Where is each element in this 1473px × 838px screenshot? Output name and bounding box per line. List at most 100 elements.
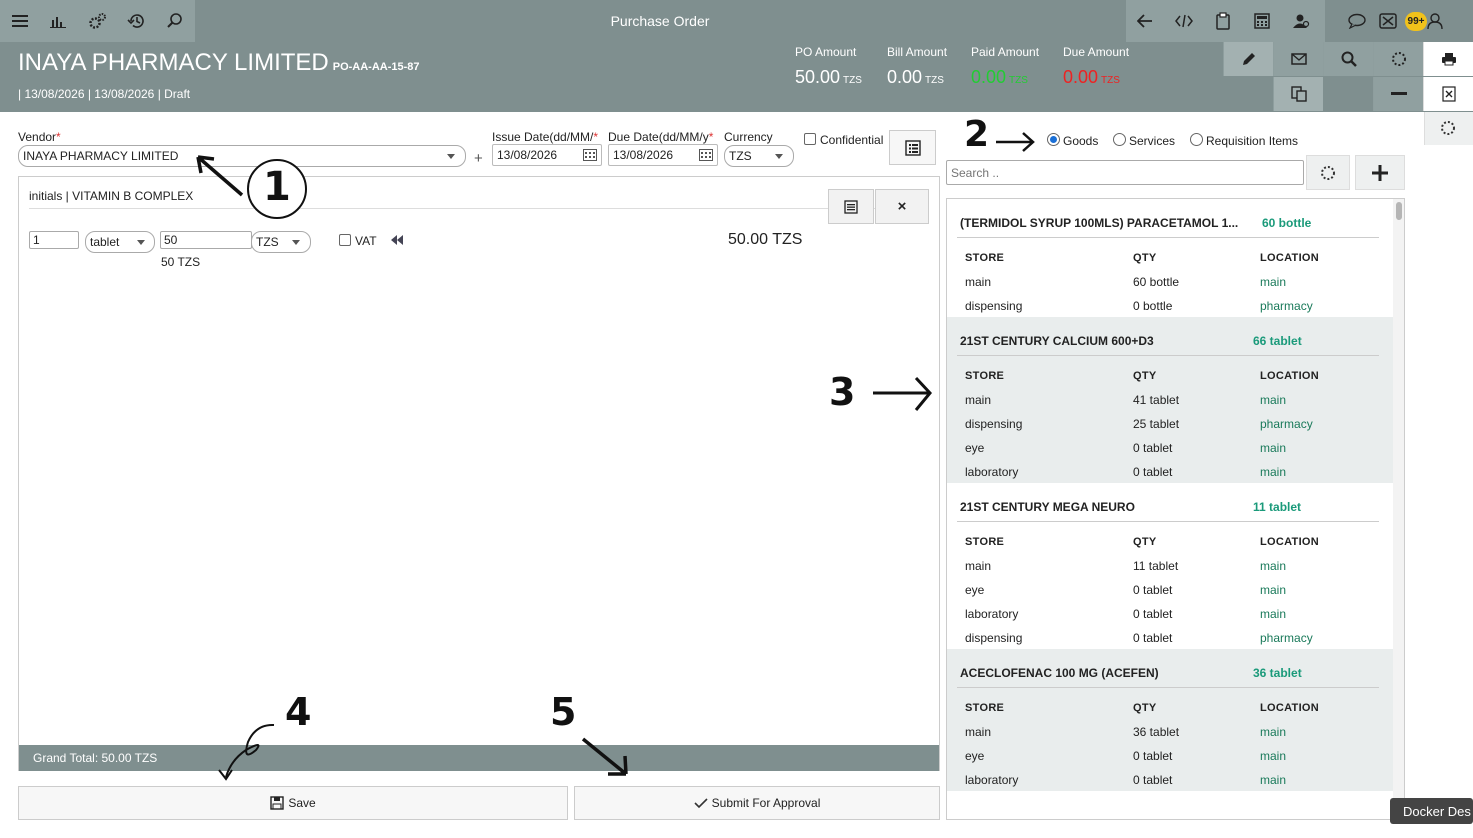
type-services-radio[interactable] <box>1113 133 1126 146</box>
stock-location-cell: main <box>1260 465 1287 479</box>
product-card[interactable]: (TERMIDOL SYRUP 100MLS) PARACETAMOL 1...… <box>947 199 1393 317</box>
dock-tooltip: Docker Des <box>1390 798 1473 824</box>
stock-store-cell: dispensing <box>965 631 1023 645</box>
code-icon[interactable] <box>1164 0 1203 42</box>
expand-icon[interactable] <box>389 234 405 246</box>
column-store-header: STORE <box>965 252 1005 264</box>
due-date-label-text: Due Date(dd/MM/y <box>608 130 709 144</box>
chart-icon[interactable] <box>38 0 77 42</box>
bill-amount-label: Bill Amount <box>887 45 948 59</box>
currency-dropdown-icon <box>775 154 783 159</box>
submit-approval-button[interactable]: Submit For Approval <box>574 786 940 820</box>
annotation-3: 3 <box>829 370 856 414</box>
stock-location-cell: main <box>1260 749 1287 763</box>
po-amount-value: 50.00 TZS <box>795 67 862 88</box>
user-profile-icon[interactable] <box>1420 0 1450 42</box>
annotation-arrow-2 <box>996 132 1035 152</box>
stock-qty-cell: 36 tablet <box>1133 725 1180 739</box>
product-list[interactable]: (TERMIDOL SYRUP 100MLS) PARACETAMOL 1...… <box>946 198 1405 820</box>
type-services-label: Services <box>1129 134 1176 148</box>
bill-amount-currency: TZS <box>925 75 944 86</box>
refresh-button[interactable] <box>1373 42 1423 76</box>
company-title: INAYA PHARMACY LIMITED <box>18 49 329 76</box>
email-button[interactable] <box>1273 42 1323 76</box>
checkmark-icon <box>694 798 708 809</box>
catalog-search-input[interactable] <box>946 160 1304 185</box>
stock-store-cell: main <box>965 275 992 289</box>
list-scrollbar[interactable] <box>1393 199 1404 819</box>
history-icon[interactable] <box>116 0 155 42</box>
stock-qty-cell: 0 tablet <box>1133 607 1173 621</box>
remove-line-button[interactable]: × <box>875 189 929 224</box>
product-card[interactable]: ACECLOFENAC 100 MG (ACEFEN) 36 tablet STOR… <box>947 649 1393 791</box>
product-divider <box>957 687 1379 688</box>
settings-icon[interactable] <box>77 0 116 42</box>
side-reload-icon[interactable] <box>1440 120 1456 136</box>
scrollbar-thumb[interactable] <box>1396 202 1402 220</box>
column-store-header: STORE <box>965 370 1005 382</box>
save-label: Save <box>288 796 316 810</box>
clipboard-icon[interactable] <box>1203 0 1242 42</box>
paid-amount-currency: TZS <box>1009 75 1028 86</box>
stock-location-cell: pharmacy <box>1260 631 1313 645</box>
due-date-calendar-icon[interactable] <box>695 145 717 165</box>
issue-date-label: Issue Date(dd/MM/* <box>492 130 599 144</box>
product-card[interactable]: 21ST CENTURY CALCIUM 600+D3 66 tablet STOR… <box>947 317 1393 483</box>
annotation-4: 4 <box>285 690 312 734</box>
copy-button[interactable] <box>1273 77 1323 111</box>
back-arrow-icon[interactable] <box>1125 0 1164 42</box>
vat-checkbox[interactable] <box>339 234 351 246</box>
grand-total-bar: Grand Total: 50.00 TZS <box>19 745 939 771</box>
catalog-add-button[interactable] <box>1355 155 1405 190</box>
edit-button[interactable] <box>1223 42 1273 76</box>
line-currency-select[interactable]: TZS <box>251 231 311 253</box>
details-button[interactable] <box>889 130 936 165</box>
stock-qty-cell: 0 tablet <box>1133 465 1173 479</box>
product-divider <box>957 355 1379 356</box>
submit-label: Submit For Approval <box>711 796 821 810</box>
type-requisition-radio[interactable] <box>1190 133 1203 146</box>
copy-icon <box>1290 86 1307 102</box>
user-settings-icon[interactable] <box>1281 0 1320 42</box>
po-code: PO-AA-AA-15-87 <box>332 61 420 73</box>
print-button[interactable] <box>1423 42 1473 76</box>
paid-amount-label: Paid Amount <box>971 45 1040 59</box>
search-icon[interactable] <box>155 0 194 42</box>
chat-icon[interactable] <box>1337 0 1376 42</box>
column-store-header: STORE <box>965 702 1005 714</box>
bill-amount-value: 0.00 TZS <box>887 67 944 88</box>
minimize-button[interactable] <box>1373 77 1423 111</box>
stock-location-cell: main <box>1260 607 1287 621</box>
stock-location-cell: pharmacy <box>1260 299 1313 313</box>
floppy-icon <box>270 796 285 810</box>
menu-icon[interactable] <box>0 0 39 42</box>
stock-location-cell: main <box>1260 275 1287 289</box>
calculator-icon[interactable] <box>1242 0 1281 42</box>
mail-close-icon[interactable] <box>1376 0 1400 42</box>
issue-date-calendar-icon[interactable] <box>579 145 601 165</box>
column-location-header: LOCATION <box>1260 536 1320 548</box>
quantity-input[interactable]: 1 <box>29 231 79 249</box>
paid-amount-value: 0.00 TZS <box>971 67 1028 88</box>
page-title: Purchase Order <box>610 13 710 29</box>
search-button[interactable] <box>1323 42 1373 76</box>
price-input[interactable]: 50 <box>160 231 252 249</box>
add-vendor-button[interactable]: + <box>474 150 483 167</box>
type-goods-radio[interactable] <box>1047 133 1060 146</box>
annotation-arrow-3 <box>873 376 932 411</box>
line-notes-button[interactable] <box>828 189 874 224</box>
stock-location-cell: main <box>1260 393 1287 407</box>
currency-select[interactable]: TZS <box>724 145 794 167</box>
product-divider <box>957 521 1379 522</box>
product-card[interactable]: 21ST CENTURY MEGA NEURO 11 tablet STORE QTY… <box>947 483 1393 649</box>
confidential-checkbox[interactable] <box>804 133 816 145</box>
vat-label: VAT <box>355 234 377 248</box>
price-hint: 50 TZS <box>161 255 201 269</box>
line-total: 50.00 TZS <box>728 231 803 248</box>
excel-export-button[interactable] <box>1423 77 1473 111</box>
vendor-label: Vendor* <box>18 130 61 144</box>
envelope-icon <box>1290 53 1307 65</box>
column-location-header: LOCATION <box>1260 370 1320 382</box>
catalog-refresh-button[interactable] <box>1306 155 1350 190</box>
save-button[interactable]: Save <box>18 786 568 820</box>
